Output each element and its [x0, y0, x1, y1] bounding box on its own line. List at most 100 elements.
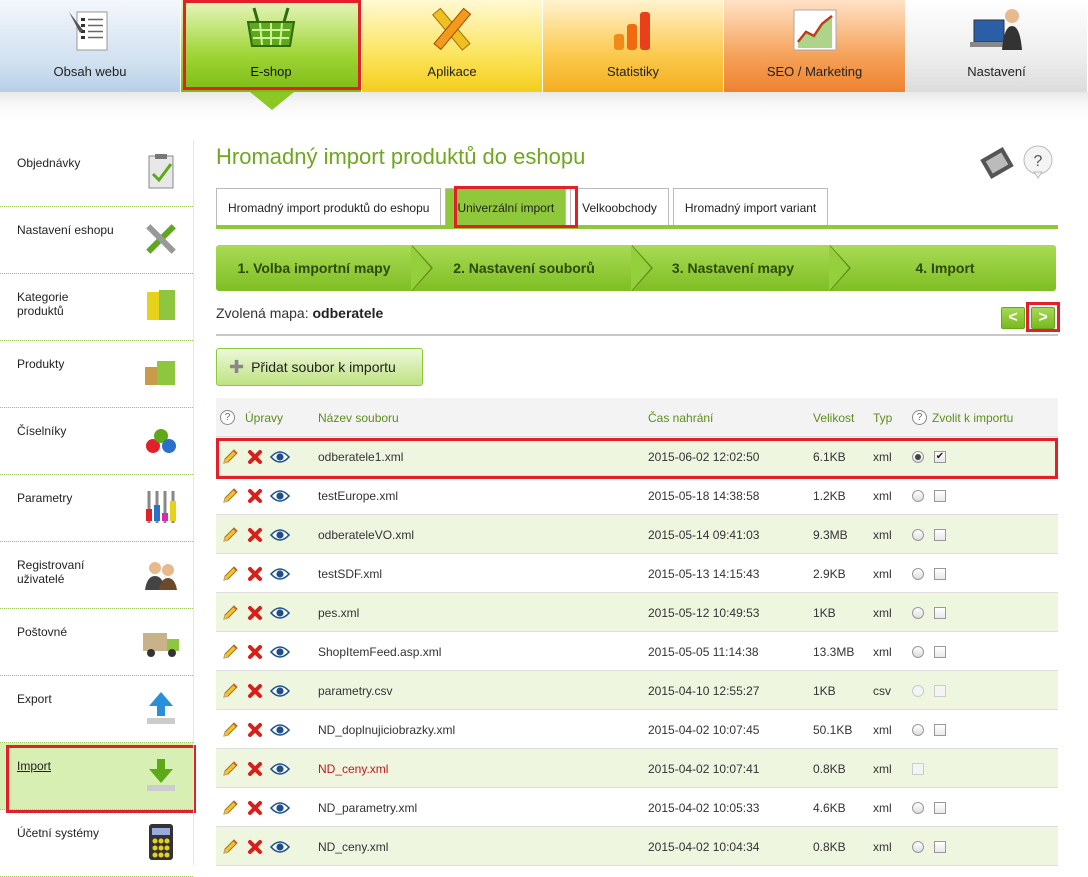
select-radio[interactable]	[912, 489, 924, 502]
select-radio[interactable]	[912, 606, 924, 619]
topnav-aplikace[interactable]: Aplikace	[362, 0, 543, 92]
select-checkbox[interactable]	[934, 840, 946, 853]
sidebar-item-produkty[interactable]: Produkty	[0, 341, 193, 408]
sidebar-item-ucetni-systemy[interactable]: Účetní systémy	[0, 810, 193, 877]
table-row[interactable]: ND_ceny.xml 2015-04-02 10:04:34 0.8KB xml	[216, 827, 1058, 866]
sidebar-item-postovne[interactable]: Poštovné	[0, 609, 193, 676]
table-row[interactable]: odberatele1.xml 2015-06-02 12:02:50 6.1KB x…	[216, 437, 1058, 476]
select-radio[interactable]	[912, 801, 924, 814]
sidebar-item-nastaveni-eshopu[interactable]: Nastavení eshopu	[0, 207, 193, 274]
table-row[interactable]: testEurope.xml 2015-05-18 14:38:58 1.2KB xm…	[216, 476, 1058, 515]
delete-icon[interactable]	[245, 682, 265, 700]
select-checkbox[interactable]	[934, 723, 946, 736]
topnav-statistiky[interactable]: Statistiky	[543, 0, 724, 92]
eye-icon[interactable]	[270, 448, 290, 466]
tab-hromadny-import-variant[interactable]: Hromadný import variant	[672, 188, 829, 226]
help-icon[interactable]: ?	[1020, 144, 1056, 180]
select-radio[interactable]	[912, 645, 924, 658]
eye-icon[interactable]	[270, 799, 290, 817]
select-checkbox[interactable]	[934, 606, 946, 619]
table-row[interactable]: odberateleVO.xml 2015-05-14 09:41:03 9.3MB…	[216, 515, 1058, 554]
select-radio[interactable]	[912, 450, 924, 463]
table-row[interactable]: ShopItemFeed.asp.xml 2015-05-05 11:14:38 1…	[216, 632, 1058, 671]
sidebar-item-parametry[interactable]: Parametry	[0, 475, 193, 542]
add-file-button[interactable]: ✚ Přidat soubor k importu	[216, 348, 423, 386]
pencil-icon[interactable]	[220, 448, 240, 466]
video-film-icon[interactable]	[980, 146, 1014, 180]
topnav-seo-marketing[interactable]: SEO / Marketing	[724, 0, 906, 92]
wizard-step-1[interactable]: 1. Volba importní mapy	[216, 245, 412, 291]
select-checkbox[interactable]	[934, 528, 946, 541]
delete-icon[interactable]	[245, 643, 265, 661]
table-row[interactable]: parametry.csv 2015-04-10 12:55:27 1KB csv	[216, 671, 1058, 710]
header-time[interactable]: Čas nahrání	[648, 398, 713, 437]
delete-icon[interactable]	[245, 838, 265, 856]
topnav-e-shop[interactable]: E-shop	[181, 0, 362, 92]
eye-icon[interactable]	[270, 526, 290, 544]
eye-icon[interactable]	[270, 487, 290, 505]
select-radio[interactable]	[912, 528, 924, 541]
sidebar-item-ciselniky[interactable]: Číselníky	[0, 408, 193, 475]
pencil-icon[interactable]	[220, 838, 240, 856]
eye-icon[interactable]	[270, 604, 290, 622]
delete-icon[interactable]	[245, 721, 265, 739]
sidebar-item-objednavky[interactable]: Objednávky	[0, 140, 193, 207]
select-checkbox[interactable]	[934, 801, 946, 814]
delete-icon[interactable]	[245, 799, 265, 817]
table-row[interactable]: ND_parametry.xml 2015-04-02 10:05:33 4.6KB…	[216, 788, 1058, 827]
prev-button[interactable]: <	[1001, 307, 1025, 329]
sidebar-item-kategorie[interactable]: Kategorie produktů	[0, 274, 193, 341]
delete-icon[interactable]	[245, 487, 265, 505]
sidebar-item-registrovani[interactable]: Registrovaní uživatelé	[0, 542, 193, 609]
delete-icon[interactable]	[245, 448, 265, 466]
delete-icon[interactable]	[245, 604, 265, 622]
select-checkbox[interactable]	[934, 489, 946, 502]
delete-icon[interactable]	[245, 526, 265, 544]
eye-icon[interactable]	[270, 838, 290, 856]
eye-icon[interactable]	[270, 682, 290, 700]
tab-velkoobchody[interactable]: Velkoobchody	[570, 188, 669, 226]
topnav-obsah-webu[interactable]: Obsah webu	[0, 0, 181, 92]
delete-icon[interactable]	[245, 565, 265, 583]
tab-univerzalni-import[interactable]: Univerzální import	[445, 188, 567, 226]
wizard-step-4[interactable]: 4. Import	[850, 245, 1040, 291]
table-row[interactable]: pes.xml 2015-05-12 10:49:53 1KB xml	[216, 593, 1058, 632]
pencil-icon[interactable]	[220, 565, 240, 583]
pencil-icon[interactable]	[220, 760, 240, 778]
sidebar-item-import[interactable]: Import	[0, 743, 193, 810]
header-name[interactable]: Název souboru	[318, 398, 399, 437]
pencil-icon[interactable]	[220, 682, 240, 700]
eye-icon[interactable]	[270, 643, 290, 661]
next-button[interactable]: >	[1031, 307, 1055, 329]
sidebar-item-export[interactable]: Export	[0, 676, 193, 743]
table-row[interactable]: testSDF.xml 2015-05-13 14:15:43 2.9KB xml	[216, 554, 1058, 593]
select-checkbox[interactable]	[934, 567, 946, 580]
header-size[interactable]: Velikost	[813, 398, 854, 437]
tab-hromadny-import[interactable]: Hromadný import produktů do eshopu	[216, 188, 442, 226]
select-radio[interactable]	[912, 567, 924, 580]
wizard-step-3[interactable]: 3. Nastavení mapy	[640, 245, 826, 291]
page-title: Hromadný import produktů do eshopu	[216, 144, 586, 169]
table-row[interactable]: ND_ceny.xml 2015-04-02 10:07:41 0.8KB xml	[216, 749, 1058, 788]
eye-icon[interactable]	[270, 565, 290, 583]
pencil-icon[interactable]	[220, 721, 240, 739]
select-radio[interactable]	[912, 723, 924, 736]
delete-icon[interactable]	[245, 760, 265, 778]
select-radio[interactable]	[912, 840, 924, 853]
pencil-icon[interactable]	[220, 526, 240, 544]
section-divider	[216, 334, 1058, 336]
help-icon[interactable]: ?	[912, 410, 927, 425]
table-row[interactable]: ND_doplnujiciobrazky.xml 2015-04-02 10:07…	[216, 710, 1058, 749]
select-checkbox[interactable]: ✔	[934, 450, 946, 463]
pencil-icon[interactable]	[220, 799, 240, 817]
pencil-icon[interactable]	[220, 604, 240, 622]
topnav-nastaveni[interactable]: Nastavení	[906, 0, 1088, 92]
wizard-step-2[interactable]: 2. Nastavení souborů	[426, 245, 622, 291]
pencil-icon[interactable]	[220, 643, 240, 661]
header-type[interactable]: Typ	[873, 398, 892, 437]
pencil-icon[interactable]	[220, 487, 240, 505]
select-checkbox[interactable]	[934, 645, 946, 658]
help-icon[interactable]: ?	[220, 410, 235, 425]
eye-icon[interactable]	[270, 760, 290, 778]
eye-icon[interactable]	[270, 721, 290, 739]
